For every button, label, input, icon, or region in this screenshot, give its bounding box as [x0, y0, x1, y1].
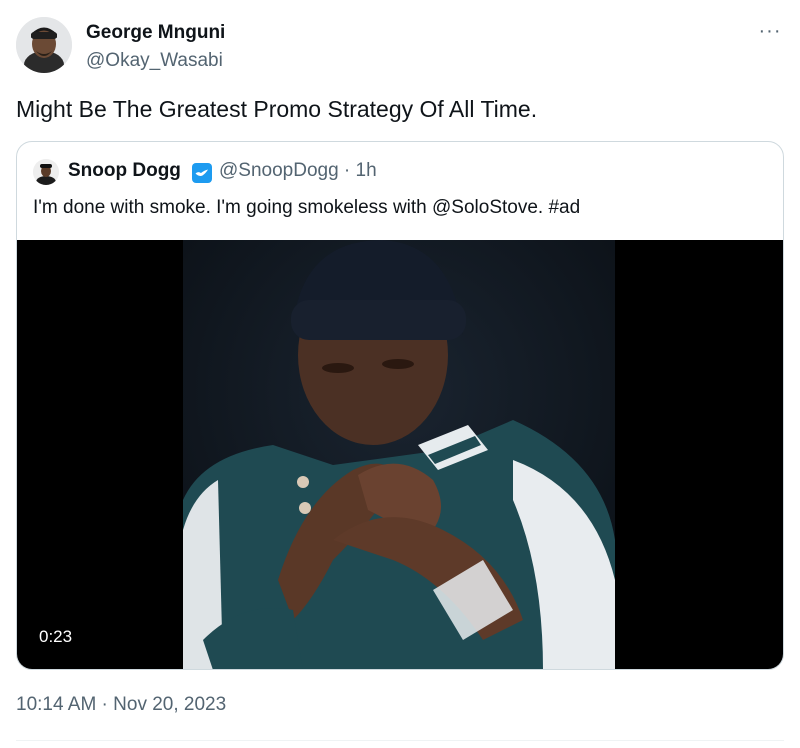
- video-player[interactable]: 0:23: [17, 240, 783, 669]
- more-options-button[interactable]: ···: [752, 16, 788, 46]
- author-handle[interactable]: @Okay_Wasabi: [86, 50, 223, 72]
- quote-avatar[interactable]: [33, 159, 59, 185]
- quote-handle-time[interactable]: @SnoopDogg · 1h: [219, 160, 377, 182]
- quoted-tweet[interactable]: Snoop Dogg @SnoopDogg · 1h I'm done with…: [16, 141, 784, 670]
- ellipsis-icon: ···: [758, 19, 782, 42]
- author-avatar[interactable]: [16, 17, 72, 73]
- verified-badge-icon: [192, 163, 212, 183]
- quote-text: I'm done with smoke. I'm going smokeless…: [33, 197, 581, 218]
- author-name[interactable]: George Mnguni: [86, 22, 225, 44]
- video-thumbnail: [183, 240, 615, 669]
- tweet-timestamp[interactable]: 10:14 AM · Nov 20, 2023: [16, 694, 226, 716]
- tweet-text: Might Be The Greatest Promo Strategy Of …: [16, 96, 538, 122]
- tweet-card: George Mnguni @Okay_Wasabi ··· Might Be …: [0, 0, 800, 748]
- quote-author-name[interactable]: Snoop Dogg: [68, 160, 181, 182]
- divider: [16, 740, 784, 741]
- video-duration-badge: 0:23: [29, 622, 83, 652]
